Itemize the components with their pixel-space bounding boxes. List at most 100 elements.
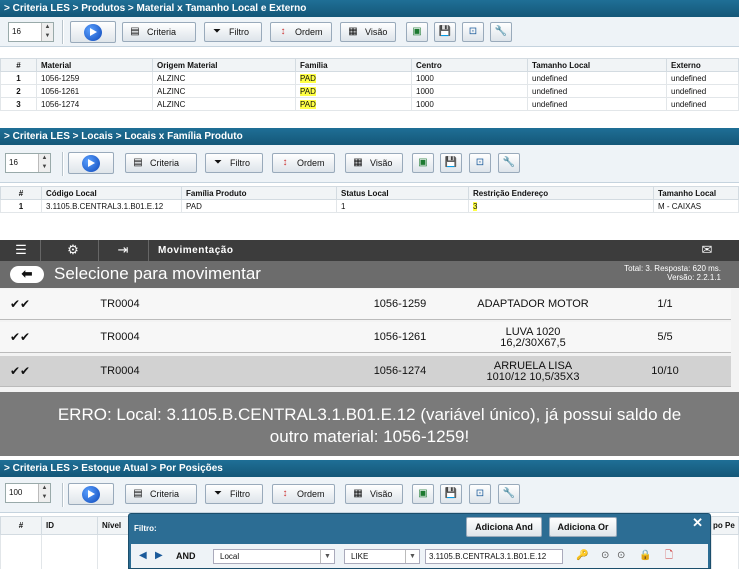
col-header[interactable]: # [0,516,42,535]
col-header[interactable]: po Pe [711,516,739,535]
col-header[interactable]: Status Local [336,186,469,200]
page-size-spinner[interactable]: 100 ▲ ▼ [5,483,51,503]
save-button[interactable]: 💾 [440,484,462,504]
col-header[interactable]: # [0,186,42,200]
divider [98,240,99,261]
filter-value-input[interactable]: 3.1105.B.CENTRAL3.1.B01.E.12 [425,549,563,564]
table-row[interactable]: 1 3.1105.B.CENTRAL3.1.B01.E.12 PAD 1 3 M… [0,199,739,213]
spinner-arrows-icon[interactable]: ▲ ▼ [41,23,53,41]
logout-icon[interactable]: ⇥ [108,243,138,257]
gear-icon[interactable]: ⚙ [58,243,88,257]
filtro-button[interactable]: ⏷ Filtro [204,22,262,42]
run-button[interactable] [70,21,116,43]
item-description-line2: 1010/12 10,5/35X3 [486,370,580,383]
col-header[interactable]: Família Produto [181,186,337,200]
col-header[interactable]: Código Local [41,186,182,200]
page-size-value: 16 [9,158,18,167]
menu-icon[interactable]: ☰ [6,243,36,257]
table-row[interactable]: 3 1056-1274 ALZINC PAD 1000 undefined un… [0,97,739,111]
arrow-left-icon[interactable]: ◀ [139,549,147,563]
magic-wand-icon[interactable]: 🔑 [576,549,588,563]
tools-button[interactable]: 🔧 [498,153,520,173]
col-header[interactable]: Família [295,58,412,72]
col-header[interactable]: Tamanho Local [527,58,667,72]
page-size-spinner[interactable]: 16 ▲ ▼ [8,22,54,42]
filtro-button[interactable]: ⏷ Filtro [205,484,263,504]
filtro-button[interactable]: ⏷ Filtro [205,153,263,173]
export-excel-button[interactable]: ▣ [412,153,434,173]
criteria-button[interactable]: ▤ Criteria [125,153,197,173]
export-excel-button[interactable]: ▣ [406,22,428,42]
mail-icon[interactable]: ✉ [692,243,722,257]
spinner-arrows-icon[interactable]: ▲ ▼ [38,484,50,502]
list-item[interactable]: ✔✔ TR0004 1056-1259 ADAPTADOR MOTOR 1/1 [0,289,731,320]
filter-dialog: Filtro: Adiciona And Adiciona Or ✕ ◀ ▶ A… [128,513,711,569]
list-item[interactable]: ✔✔ TR0004 1056-1261 LUVA 1020 16,2/30X67,… [0,322,731,353]
cell-material: 1056-1274 [36,97,153,111]
run-button[interactable] [68,483,114,505]
visao-label: Visão [370,489,393,499]
back-button[interactable]: ⬅ [10,266,44,283]
ordem-button[interactable]: ↕ Ordem [272,153,335,173]
table-header: # Material Origem Material Família Centr… [0,58,739,72]
close-icon[interactable]: ✕ [692,515,703,531]
ordem-label: Ordem [297,489,325,499]
page-size-value: 100 [9,488,23,497]
cell-externo: undefined [666,97,739,111]
col-header[interactable]: Nível [97,516,129,535]
visao-button[interactable]: ▦ Visão [345,153,403,173]
save-button[interactable]: 💾 [434,22,456,42]
double-check-icon: ✔✔ [9,297,31,311]
criteria-button[interactable]: ▤ Criteria [122,22,196,42]
delete-icon[interactable]: 🗋 [665,549,673,563]
ordem-label: Ordem [295,27,323,37]
panel-material-tamanho: > Criteria LES > Produtos > Material x T… [0,0,739,128]
tools-button[interactable]: 🔧 [490,22,512,42]
col-header[interactable]: Origem Material [152,58,296,72]
list-item-selected[interactable]: ✔✔ TR0004 1056-1274 ARRUELA LISA 1010/12 … [0,356,731,387]
criteria-button[interactable]: ▤ Criteria [125,484,197,504]
sort-icon: ↕ [282,157,288,168]
chevron-up-circle-icon[interactable]: ⊙ [617,549,625,563]
page-size-spinner[interactable]: 16 ▲ ▼ [5,153,51,173]
col-header[interactable]: ID [41,516,98,535]
arrow-left-icon: ⬅ [21,266,33,281]
error-message: ERRO: Local: 3.1105.B.CENTRAL3.1.B01.E.1… [0,392,739,456]
field-select[interactable]: Local ▼ [213,549,335,564]
play-icon [84,24,102,41]
play-icon [82,486,100,503]
add-or-button[interactable]: Adiciona Or [549,517,617,537]
criteria-label: Criteria [150,158,180,168]
ordem-button[interactable]: ↕ Ordem [272,484,335,504]
save-button[interactable]: 💾 [440,153,462,173]
code-button[interactable]: ⊡ [469,153,491,173]
operator-select[interactable]: LIKE ▼ [344,549,420,564]
col-header[interactable]: Tamanho Local [653,186,739,200]
col-header[interactable]: Centro [411,58,528,72]
ordem-button[interactable]: ↕ Ordem [270,22,332,42]
table-row[interactable]: 1 1056-1259 ALZINC PAD 1000 undefined un… [0,71,739,85]
play-icon [82,155,100,172]
visao-button[interactable]: ▦ Visão [340,22,396,42]
col-header[interactable]: # [0,58,37,72]
filtro-label: Filtro [230,489,250,499]
excel-icon: ▣ [418,157,428,168]
col-header[interactable]: Material [36,58,153,72]
item-description-line1: ADAPTADOR MOTOR [477,298,589,310]
lock-icon[interactable]: 🔒 [639,549,651,563]
col-header[interactable]: Restrição Endereço [468,186,654,200]
visao-button[interactable]: ▦ Visão [345,484,403,504]
chevron-down-icon: ▼ [405,550,419,563]
tools-button[interactable]: 🔧 [498,484,520,504]
col-header[interactable]: Externo [666,58,739,72]
spinner-arrows-icon[interactable]: ▲ ▼ [38,154,50,172]
table-row[interactable]: 2 1056-1261 ALZINC PAD 1000 undefined un… [0,84,739,98]
run-button[interactable] [68,152,114,174]
chevron-down-circle-icon[interactable]: ⊙ [601,549,609,563]
add-and-button[interactable]: Adiciona And [466,517,542,537]
export-excel-button[interactable]: ▣ [412,484,434,504]
filtro-label: Filtro [230,158,250,168]
code-button[interactable]: ⊡ [462,22,484,42]
code-button[interactable]: ⊡ [469,484,491,504]
arrow-right-icon[interactable]: ▶ [155,549,163,563]
